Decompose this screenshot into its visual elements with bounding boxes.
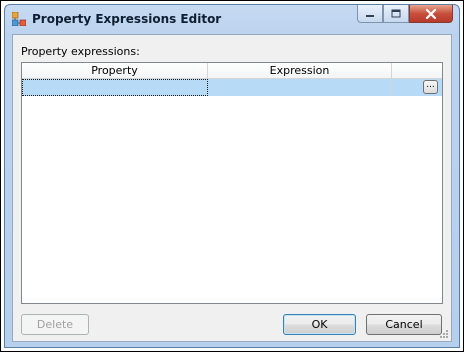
- grid-row[interactable]: ...: [22, 79, 442, 96]
- dialog-client-area: Property expressions: Property Expressio…: [12, 34, 452, 342]
- ellipsis-cell: ...: [392, 79, 442, 96]
- window-title: Property Expressions Editor: [32, 12, 222, 26]
- minimize-button[interactable]: [357, 5, 383, 23]
- title-bar[interactable]: Property Expressions Editor: [5, 5, 459, 33]
- cancel-button[interactable]: Cancel: [366, 314, 442, 335]
- app-icon: [12, 12, 26, 26]
- screenshot-frame: Property Expressions Editor Property exp…: [0, 0, 464, 352]
- resize-grip-icon[interactable]: [439, 329, 449, 339]
- window-controls: [357, 5, 453, 23]
- property-expressions-label: Property expressions:: [21, 45, 140, 58]
- expression-cell[interactable]: [208, 79, 392, 96]
- minimize-icon: [366, 14, 374, 17]
- maximize-button[interactable]: [383, 5, 409, 23]
- property-cell[interactable]: [22, 79, 208, 96]
- property-expressions-grid[interactable]: Property Expression ...: [21, 62, 443, 304]
- ok-button[interactable]: OK: [283, 314, 356, 335]
- close-icon: [425, 8, 437, 19]
- expression-builder-button[interactable]: ...: [423, 80, 438, 94]
- column-header-property[interactable]: Property: [22, 63, 208, 78]
- maximize-icon: [391, 9, 401, 18]
- close-button[interactable]: [409, 5, 453, 23]
- column-header-expression[interactable]: Expression: [208, 63, 392, 78]
- dialog-window: Property Expressions Editor Property exp…: [4, 4, 460, 348]
- column-header-filler: [392, 63, 442, 78]
- delete-button[interactable]: Delete: [21, 314, 89, 335]
- grid-header: Property Expression: [22, 63, 442, 79]
